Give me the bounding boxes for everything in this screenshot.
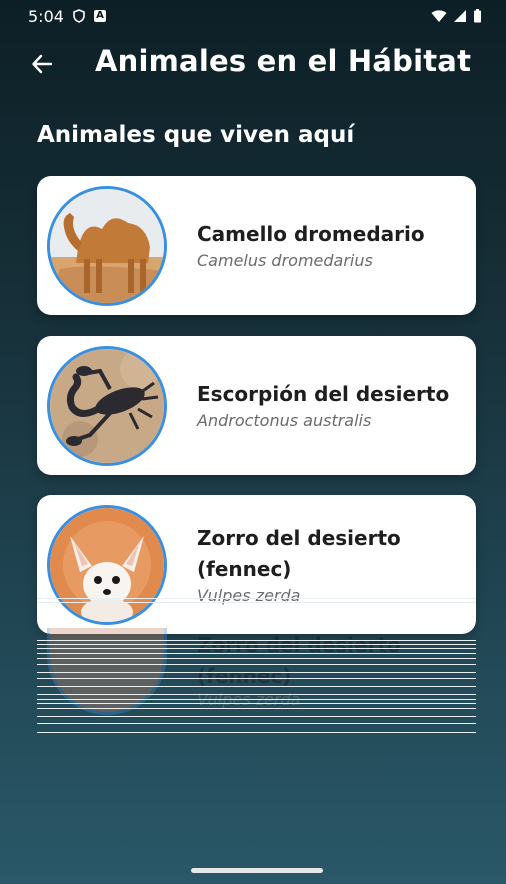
scanline [37, 686, 476, 687]
scanline [37, 716, 476, 717]
app-bar: Animales en el Hábitat [0, 32, 506, 96]
wifi-icon [431, 10, 447, 22]
scanline [37, 703, 476, 704]
scanline [37, 598, 476, 599]
scanline [37, 664, 476, 665]
signal-icon [454, 10, 466, 22]
common-name: Escorpión del desierto [197, 382, 450, 406]
scanline [37, 723, 476, 724]
scanline [37, 653, 476, 654]
section-title: Animales que viven aquí [37, 122, 355, 148]
status-left: 5:04 A [28, 7, 106, 26]
scorpion-photo [47, 346, 167, 466]
page-title: Animales en el Hábitat [95, 44, 472, 78]
status-bar: 5:04 A [0, 0, 506, 32]
common-name: Camello dromedario [197, 222, 425, 246]
battery-icon [474, 9, 481, 23]
camel-photo [47, 186, 167, 306]
animal-card[interactable]: Escorpión del desierto Androctonus austr… [37, 336, 476, 475]
scanline [37, 708, 476, 709]
card-text: Camello dromedario Camelus dromedarius [197, 176, 458, 315]
card-text: Escorpión del desierto Androctonus austr… [197, 336, 458, 475]
scanline [37, 644, 476, 645]
scientific-name: Androctonus australis [197, 411, 372, 430]
back-button[interactable] [22, 46, 62, 82]
scanline [37, 699, 476, 700]
scanline [37, 672, 476, 673]
scientific-name: Camelus dromedarius [197, 251, 373, 270]
ghost-card: Zorro del desierto (fennec) Vulpes zerda [37, 598, 476, 738]
common-name: Zorro del desierto (fennec) [197, 525, 401, 581]
scanline [37, 602, 476, 603]
render-artifact: Zorro del desierto (fennec) Vulpes zerda [37, 598, 476, 738]
status-time: 5:04 [28, 6, 64, 26]
animal-card[interactable]: Camello dromedario Camelus dromedarius [37, 176, 476, 315]
shield-icon [73, 9, 85, 23]
scanline [37, 694, 476, 695]
scanline [37, 640, 476, 641]
scanline [37, 732, 476, 733]
home-indicator[interactable] [191, 868, 323, 873]
status-right [431, 9, 482, 23]
arrow-back-icon [32, 54, 53, 74]
accessibility-icon: A [93, 10, 106, 22]
scanline [37, 658, 476, 659]
scanline [37, 648, 476, 649]
scanline [37, 678, 476, 679]
